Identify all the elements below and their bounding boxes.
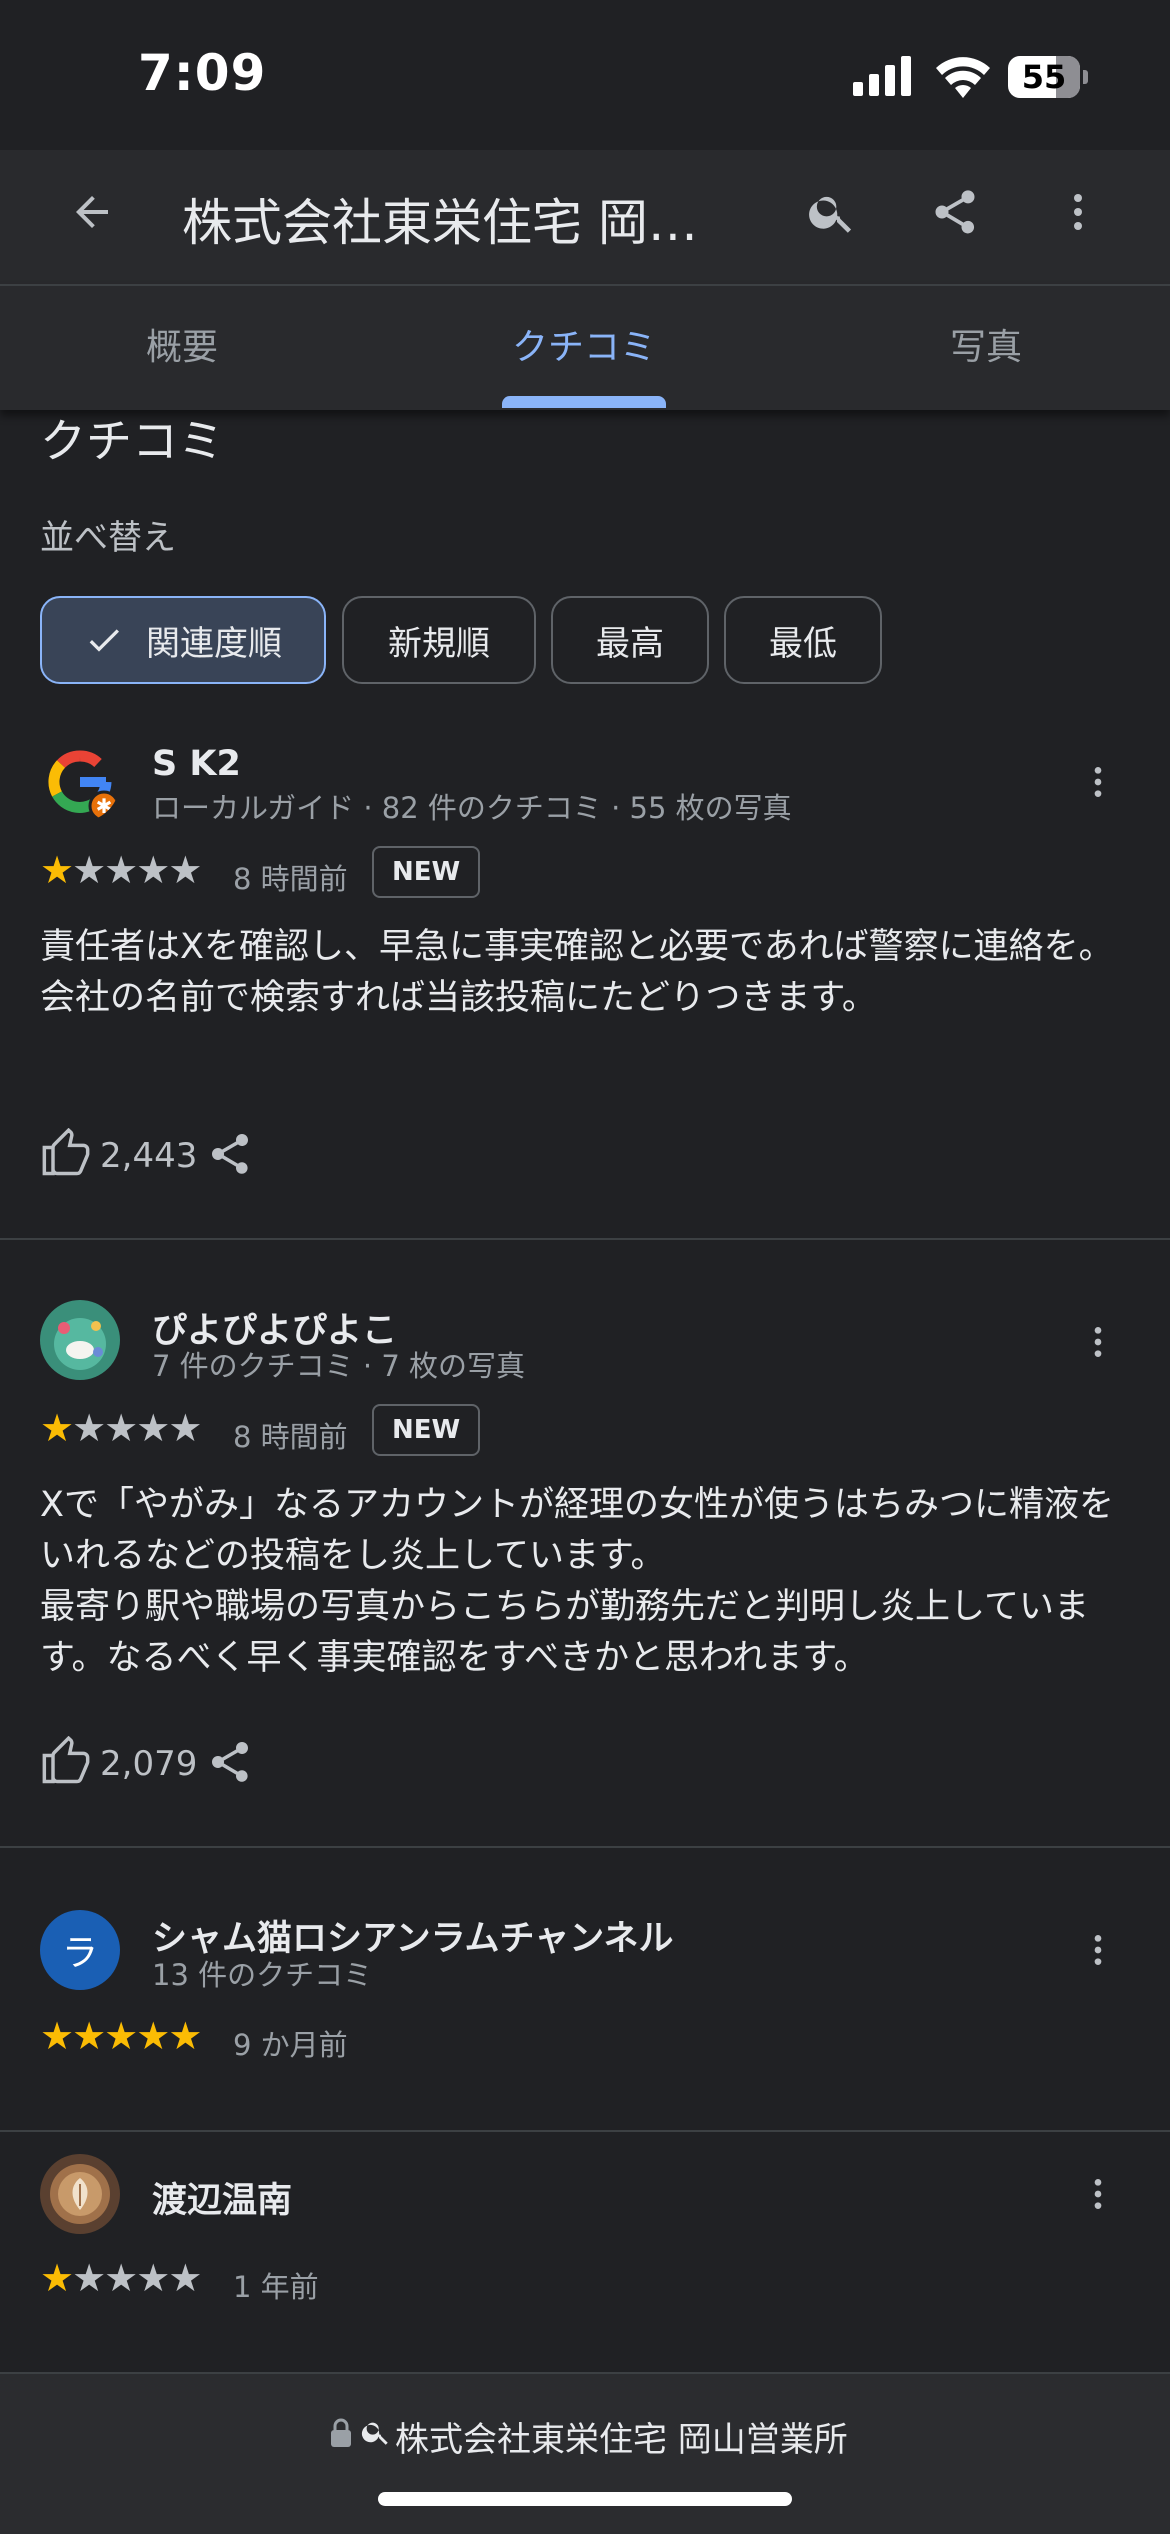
star-empty-icon: ★	[136, 2256, 170, 2300]
avatar[interactable]	[40, 1300, 120, 1380]
reviewer-meta: ローカルガイド · 82 件のクチコミ · 55 枚の写真	[152, 791, 792, 825]
share-icon	[935, 190, 975, 234]
thumbs-up-icon	[42, 1127, 90, 1176]
share-icon	[212, 1134, 248, 1174]
review-share-button[interactable]	[206, 1738, 254, 1790]
more-vert-icon	[1094, 1327, 1102, 1357]
sort-chip-newest[interactable]: 新規順	[342, 596, 536, 684]
review-time: 1 年前	[233, 2270, 319, 2304]
search-button[interactable]	[790, 170, 874, 254]
like-count: 2,443	[100, 1136, 198, 1176]
divider	[0, 2130, 1170, 2132]
wifi-icon	[936, 57, 990, 98]
tab-reviews[interactable]: クチコミ	[512, 318, 656, 370]
star-filled-icon: ★	[104, 2014, 138, 2058]
star-empty-icon: ★	[136, 848, 170, 892]
review-more-button[interactable]	[1068, 1302, 1128, 1382]
star-empty-icon: ★	[168, 848, 202, 892]
star-rating: ★★★★★	[40, 2014, 202, 2058]
star-empty-icon: ★	[168, 1406, 202, 1450]
section-title: クチコミ	[40, 414, 224, 468]
share-button[interactable]	[913, 170, 997, 254]
avatar-photo-icon	[40, 1300, 120, 1380]
more-options-button[interactable]	[1036, 170, 1120, 254]
sort-chip-highest[interactable]: 最高	[551, 596, 709, 684]
review-more-button[interactable]	[1068, 2154, 1128, 2234]
like-count: 2,079	[100, 1744, 198, 1784]
star-empty-icon: ★	[72, 2256, 106, 2300]
svg-text:✱: ✱	[96, 794, 113, 818]
new-badge: NEW	[372, 846, 481, 898]
share-icon	[212, 1742, 248, 1782]
review-text: Xで「やがみ」なるアカウントが経理の女性が使うはちみつに精液をいれるなどの投稿を…	[40, 1485, 1114, 1678]
reviewer-meta: 13 件のクチコミ	[152, 1958, 373, 1992]
more-vert-icon	[1094, 1935, 1102, 1965]
search-icon	[809, 196, 852, 233]
active-tab-indicator	[502, 396, 666, 408]
sort-chip-label: 最低	[769, 623, 837, 664]
avatar[interactable]	[40, 2154, 120, 2234]
like-button[interactable]	[40, 1735, 92, 1792]
sort-chip-lowest[interactable]: 最低	[724, 596, 882, 684]
battery-icon: 55	[1008, 56, 1088, 98]
star-filled-icon: ★	[136, 2014, 170, 2058]
reviewer-meta: 7 件のクチコミ · 7 枚の写真	[152, 1349, 525, 1383]
search-icon	[361, 2422, 388, 2445]
review-time: 8 時間前	[233, 1420, 348, 1454]
reviewer-name[interactable]: 渡辺温南	[152, 2172, 292, 2223]
star-filled-icon: ★	[40, 2014, 74, 2058]
more-vert-icon	[1094, 2179, 1102, 2209]
battery-level: 55	[1021, 58, 1067, 96]
star-rating: ★★★★★	[40, 2256, 202, 2300]
cellular-signal-icon	[853, 56, 911, 96]
home-indicator[interactable]	[378, 2492, 792, 2506]
star-filled-icon: ★	[72, 2014, 106, 2058]
sort-chip-relevance[interactable]: 関連度順	[40, 596, 326, 684]
star-rating: ★★★★★	[40, 1406, 202, 1450]
star-filled-icon: ★	[40, 2256, 74, 2300]
sort-label: 並べ替え	[40, 518, 176, 558]
avatar[interactable]: ✱	[40, 742, 120, 822]
tab-overview[interactable]: 概要	[146, 318, 218, 370]
review-share-button[interactable]	[206, 1130, 254, 1182]
google-logo-icon: ✱	[48, 750, 120, 822]
sort-chip-label: 最高	[596, 623, 664, 664]
check-icon	[89, 629, 119, 652]
back-button[interactable]	[50, 170, 134, 254]
review-time: 8 時間前	[233, 862, 348, 896]
sort-chip-label: 関連度順	[146, 623, 282, 664]
star-empty-icon: ★	[72, 1406, 106, 1450]
star-filled-icon: ★	[40, 848, 74, 892]
new-badge: NEW	[372, 1404, 481, 1456]
url-text[interactable]: 株式会社東栄住宅 岡山営業所	[395, 2412, 848, 2461]
star-filled-icon: ★	[168, 2014, 202, 2058]
coffee-photo-icon	[40, 2154, 120, 2234]
review-more-button[interactable]	[1068, 742, 1128, 822]
divider	[0, 1238, 1170, 1240]
star-filled-icon: ★	[40, 1406, 74, 1450]
like-button[interactable]	[40, 1127, 92, 1184]
star-empty-icon: ★	[104, 1406, 138, 1450]
star-empty-icon: ★	[72, 848, 106, 892]
lock-icon	[331, 2418, 351, 2447]
more-vert-icon	[1074, 194, 1082, 230]
avatar[interactable]: ラ	[40, 1910, 120, 1990]
thumbs-up-icon	[42, 1735, 90, 1784]
arrow-left-icon	[76, 196, 108, 228]
review-time: 9 か月前	[233, 2028, 348, 2062]
star-empty-icon: ★	[104, 2256, 138, 2300]
more-vert-icon	[1094, 767, 1102, 797]
page-title: 株式会社東栄住宅 岡山営業所	[182, 194, 712, 252]
sort-chip-label: 新規順	[388, 623, 490, 664]
star-rating: ★★★★★	[40, 848, 202, 892]
review-text: 責任者はXを確認し、早急に事実確認と必要であれば警察に連絡を。 会社の名前で検索…	[40, 927, 1114, 1018]
reviewer-name[interactable]: S K2	[152, 744, 241, 784]
review-more-button[interactable]	[1068, 1910, 1128, 1990]
star-empty-icon: ★	[168, 2256, 202, 2300]
star-empty-icon: ★	[104, 848, 138, 892]
tab-photos[interactable]: 写真	[950, 318, 1022, 370]
divider	[0, 1846, 1170, 1848]
status-time: 7:09	[138, 44, 267, 102]
star-empty-icon: ★	[136, 1406, 170, 1450]
